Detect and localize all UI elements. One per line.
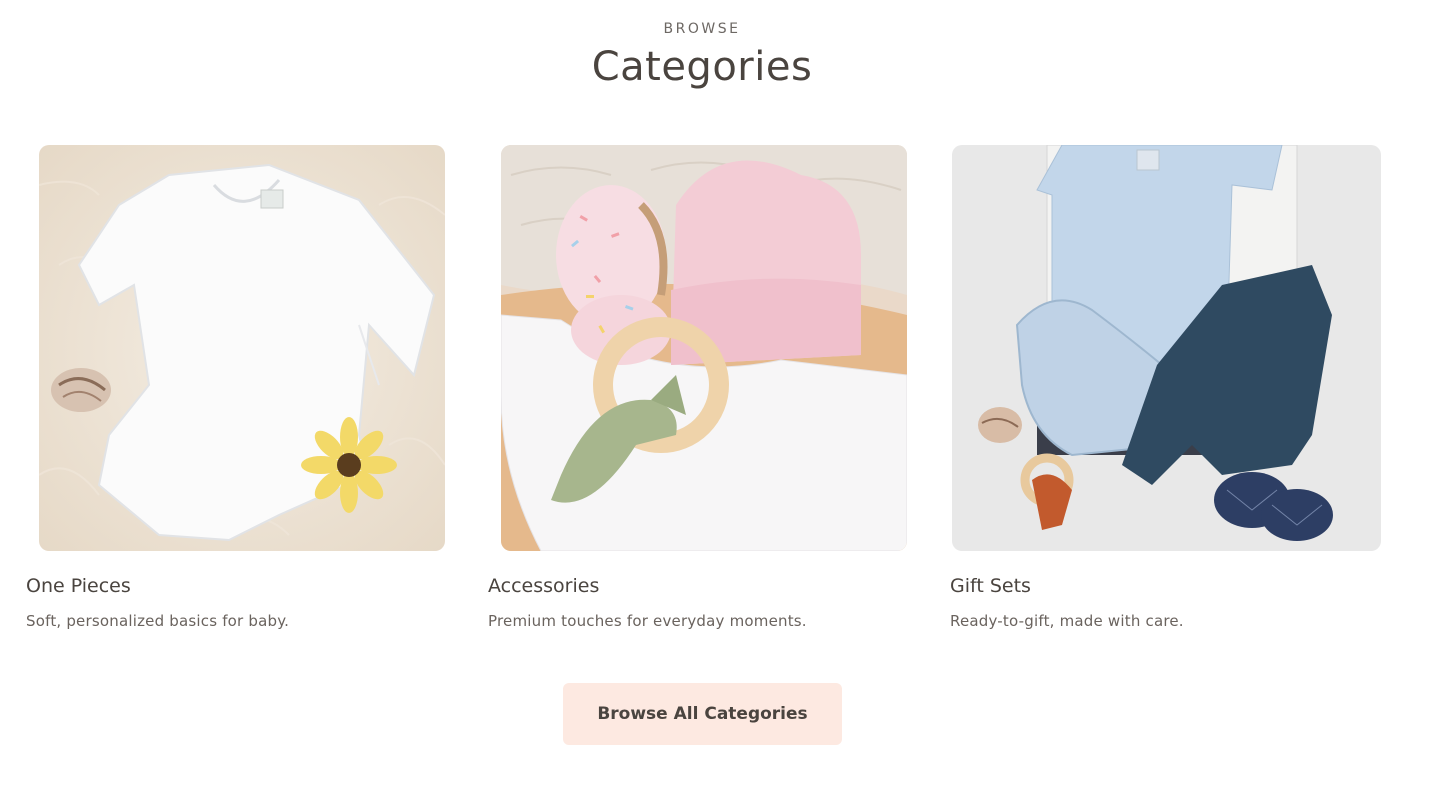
section-eyebrow: BROWSE: [663, 21, 741, 37]
category-name[interactable]: Gift Sets: [950, 575, 1031, 597]
section-title: Categories: [591, 44, 813, 90]
browse-all-categories-button[interactable]: Browse All Categories: [563, 683, 842, 745]
categories-section: BROWSE Categories One Pieces Soft, perso…: [0, 0, 1435, 806]
category-image-one-pieces[interactable]: [39, 145, 445, 551]
category-name[interactable]: Accessories: [488, 575, 599, 597]
category-name[interactable]: One Pieces: [26, 575, 131, 597]
category-description: Premium touches for everyday moments.: [488, 612, 807, 630]
category-description: Soft, personalized basics for baby.: [26, 612, 290, 630]
category-description: Ready-to-gift, made with care.: [950, 612, 1184, 630]
category-image-gift-sets[interactable]: [952, 145, 1381, 551]
category-image-accessories[interactable]: [501, 145, 907, 551]
